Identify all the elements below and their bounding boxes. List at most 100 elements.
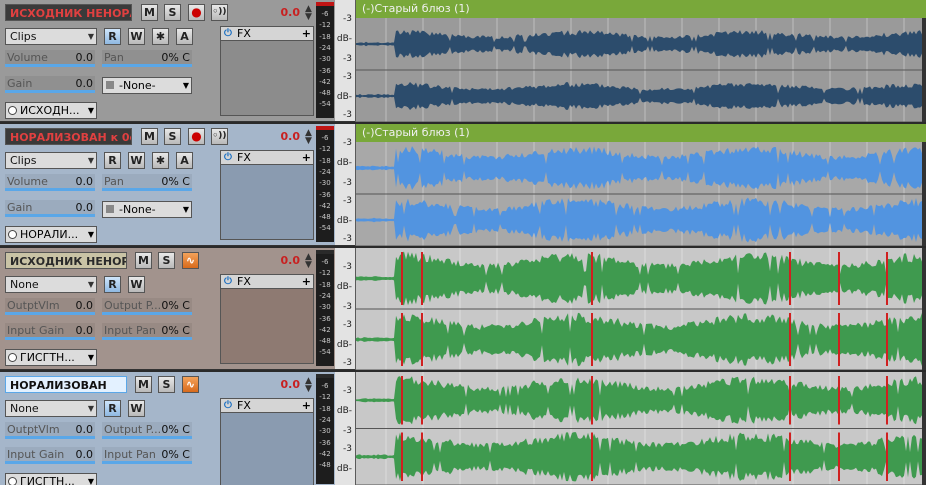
meter-tick: -48 xyxy=(319,89,331,98)
track-4-lane[interactable] xyxy=(356,372,926,485)
track-1-clip[interactable] xyxy=(356,0,926,122)
pan-slider[interactable]: Pan 0% C xyxy=(102,50,192,67)
track-meter: -6 -12 -18 -24 -30 -36 -42 -48 xyxy=(316,374,334,484)
output-pan-slider[interactable]: Output P... 0% C xyxy=(102,298,192,315)
add-fx-icon[interactable]: + xyxy=(302,151,311,164)
mute-button[interactable]: M xyxy=(141,128,158,145)
output-pan-slider[interactable]: Output P... 0% C xyxy=(102,422,192,439)
add-fx-icon[interactable]: + xyxy=(302,27,311,40)
mode-select[interactable]: Clips ▼ xyxy=(5,152,97,169)
power-icon[interactable]: ⏻ xyxy=(224,27,232,40)
track-name[interactable]: НОРАЛИЗОВАН к 0dB xyxy=(5,128,132,145)
db-scale-tick: -3 xyxy=(343,426,352,436)
mute-button[interactable]: M xyxy=(141,4,158,21)
pan-slider[interactable]: Pan 0% C xyxy=(102,174,192,191)
track-name[interactable]: ИСХОДНИК НЕНОРАЛИЗОВАН xyxy=(5,252,127,269)
fx-list[interactable] xyxy=(220,413,314,485)
db-scale-tick: -3 xyxy=(343,234,352,244)
output-icon xyxy=(8,477,17,485)
input-gain-slider[interactable]: Input Gain 0.0 xyxy=(5,323,95,340)
track-meter: -6 -12 -18 -24 -30 -36 -42 -48 -54 xyxy=(316,250,334,366)
power-icon[interactable]: ⏻ xyxy=(224,399,232,412)
track-4-waveform[interactable] xyxy=(356,372,926,485)
trim-select[interactable]: -None- ▼ xyxy=(102,201,192,218)
clip-title: (-)Старый блюз (1) xyxy=(362,126,470,139)
track-3-header: ИСХОДНИК НЕНОРАЛИЗОВАН M S ∿ ▲▼ 0.0 None… xyxy=(0,248,355,370)
archive-button[interactable]: A xyxy=(176,152,193,169)
star-button[interactable]: ✱ xyxy=(152,152,169,169)
write-automation-button[interactable]: W xyxy=(128,152,145,169)
db-scale-tick: -3 xyxy=(343,54,352,64)
fx-bin[interactable]: ⏻ FX + xyxy=(220,26,314,116)
track-1-clip-lane[interactable]: (-)Старый блюз (1) xyxy=(356,0,926,122)
record-arm-button[interactable]: ● xyxy=(188,128,205,145)
track-name[interactable]: НОРАЛИЗОВАН xyxy=(5,376,127,393)
track-2-clip-lane[interactable]: (-)Старый блюз (1) xyxy=(356,124,926,246)
input-gain-value: 0.0 xyxy=(75,324,94,337)
star-button[interactable]: ✱ xyxy=(152,28,169,45)
input-echo-button[interactable]: ◦)) xyxy=(211,4,228,21)
trim-select[interactable]: -None- ▼ xyxy=(102,77,192,94)
collapse-icon[interactable]: ▲ ▼ xyxy=(305,253,312,270)
add-fx-icon[interactable]: + xyxy=(302,275,311,288)
chevron-down-icon: ▼ xyxy=(85,474,94,485)
output-volume-slider[interactable]: OutptVlm 0.0 xyxy=(5,298,95,315)
read-automation-button[interactable]: R xyxy=(104,152,121,169)
input-gain-slider[interactable]: Input Gain 0.0 xyxy=(5,447,95,464)
volume-slider[interactable]: Volume 0.0 xyxy=(5,174,95,191)
add-fx-icon[interactable]: + xyxy=(302,399,311,412)
solo-button[interactable]: S xyxy=(164,4,181,21)
fx-header: ⏻ FX + xyxy=(220,398,314,413)
fx-bin[interactable]: ⏻ FX + xyxy=(220,274,314,364)
output-volume-slider[interactable]: OutptVlm 0.0 xyxy=(5,422,95,439)
output-select[interactable]: ИСХОДН... ▼ xyxy=(5,102,97,119)
track-3-lane[interactable] xyxy=(356,248,926,370)
read-automation-button[interactable]: R xyxy=(104,276,121,293)
input-pan-slider[interactable]: Input Pan 0% C xyxy=(102,323,192,340)
input-pan-slider[interactable]: Input Pan 0% C xyxy=(102,447,192,464)
db-scale-tick: -3 xyxy=(343,178,352,188)
collapse-icon[interactable]: ▲ ▼ xyxy=(305,377,312,394)
bus-waveform-button[interactable]: ∿ xyxy=(182,376,199,393)
archive-button[interactable]: A xyxy=(176,28,193,45)
write-automation-button[interactable]: W xyxy=(128,28,145,45)
output-select[interactable]: НОРАЛИ... ▼ xyxy=(5,226,97,243)
mute-button[interactable]: M xyxy=(135,376,152,393)
bus-waveform-button[interactable]: ∿ xyxy=(182,252,199,269)
track-name[interactable]: ИСХОДНИК НЕНОРАЛИЗОВАН xyxy=(5,4,132,21)
track-3-waveform[interactable] xyxy=(356,248,926,370)
read-automation-button[interactable]: R xyxy=(104,400,121,417)
db-scale-tick: -3 xyxy=(343,320,352,330)
fx-list[interactable] xyxy=(220,41,314,116)
output-select[interactable]: ГИСГТН... ▼ xyxy=(5,473,97,485)
trim-value: -None- xyxy=(119,203,156,216)
power-icon[interactable]: ⏻ xyxy=(224,275,232,288)
output-select[interactable]: ГИСГТН... ▼ xyxy=(5,349,97,366)
collapse-icon[interactable]: ▲ ▼ xyxy=(305,129,312,146)
input-pan-label: Input Pan xyxy=(104,324,156,337)
mode-select[interactable]: None ▼ xyxy=(5,276,97,293)
collapse-icon[interactable]: ▲ ▼ xyxy=(305,5,312,22)
mode-select[interactable]: Clips ▼ xyxy=(5,28,97,45)
fx-label: FX xyxy=(237,27,251,40)
mode-select[interactable]: None ▼ xyxy=(5,400,97,417)
volume-slider[interactable]: Volume 0.0 xyxy=(5,50,95,67)
solo-button[interactable]: S xyxy=(158,376,175,393)
fx-bin[interactable]: ⏻ FX + xyxy=(220,398,314,485)
fx-list[interactable] xyxy=(220,165,314,240)
read-automation-button[interactable]: R xyxy=(104,28,121,45)
mute-button[interactable]: M xyxy=(135,252,152,269)
power-icon[interactable]: ⏻ xyxy=(224,151,232,164)
meter-tick: -24 xyxy=(319,415,331,424)
record-arm-button[interactable]: ● xyxy=(188,4,205,21)
solo-button[interactable]: S xyxy=(164,128,181,145)
write-automation-button[interactable]: W xyxy=(128,400,145,417)
solo-button[interactable]: S xyxy=(158,252,175,269)
gain-slider[interactable]: Gain 0.0 xyxy=(5,200,95,217)
gain-slider[interactable]: Gain 0.0 xyxy=(5,76,95,93)
input-echo-button[interactable]: ◦)) xyxy=(211,128,228,145)
fx-bin[interactable]: ⏻ FX + xyxy=(220,150,314,240)
write-automation-button[interactable]: W xyxy=(128,276,145,293)
track-2-clip[interactable] xyxy=(356,124,926,246)
fx-list[interactable] xyxy=(220,289,314,364)
